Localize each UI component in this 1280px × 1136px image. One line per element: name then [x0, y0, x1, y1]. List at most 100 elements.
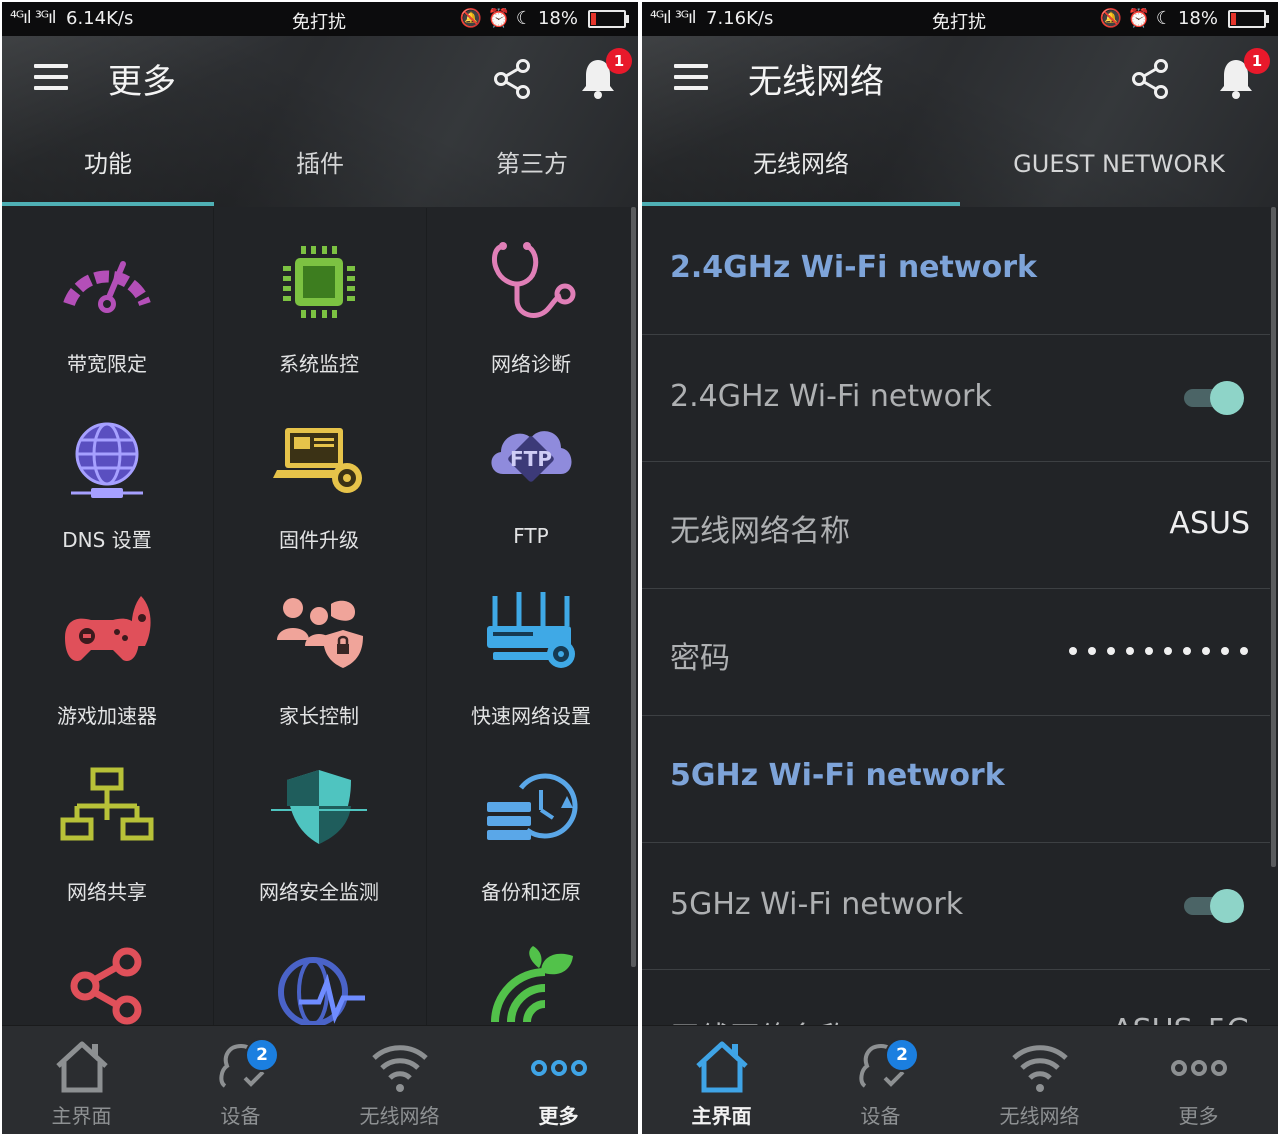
nav-devices[interactable]: 2 设备 — [801, 1026, 960, 1134]
wifi-2g-toggle[interactable] — [1184, 381, 1244, 415]
feature-label: 网络安全监测 — [259, 880, 379, 904]
feature-label: 固件升级 — [279, 528, 359, 552]
nav-home[interactable]: 主界面 — [2, 1026, 161, 1134]
password-row-2g[interactable]: 密码 — [642, 589, 1270, 716]
network-speed: 7.16K/s — [706, 8, 774, 29]
status-bar: ⁴ᴳıl ³ᴳıl 7.16K/s 免打扰 🔕 ⏰ ☾ 18% — [642, 2, 1278, 36]
nav-label: 主界面 — [691, 1104, 752, 1128]
menu-icon[interactable] — [674, 64, 708, 90]
feature-label: DNS 设置 — [62, 528, 152, 552]
tab-features[interactable]: 功能 — [2, 122, 214, 206]
globe-dns-icon — [71, 422, 143, 498]
dnd-status: 免打扰 — [932, 12, 986, 33]
feature-network-analysis[interactable] — [214, 912, 424, 1026]
feature-label: 系统监控 — [279, 352, 359, 376]
nav-more[interactable]: 更多 — [1119, 1026, 1278, 1134]
dnd-status: 免打扰 — [292, 12, 346, 33]
home-icon — [56, 1041, 108, 1093]
tab-plugins[interactable]: 插件 — [214, 122, 426, 206]
nav-wireless[interactable]: 无线网络 — [960, 1026, 1119, 1134]
bottom-navigation: 主界面 2 设备 无线网络 更多 — [2, 1025, 638, 1134]
nav-more[interactable]: 更多 — [479, 1026, 638, 1134]
setting-label: 2.4GHz Wi-Fi network — [670, 379, 992, 414]
ssid-row-2g[interactable]: 无线网络名称 ASUS — [642, 462, 1270, 589]
feature-eco[interactable] — [426, 912, 636, 1026]
signal-icon: ⁴ᴳıl ³ᴳıl — [10, 8, 57, 28]
feature-quick-internet-setup[interactable]: 快速网络设置 — [426, 560, 636, 736]
toggle-row-5g[interactable]: 5GHz Wi-Fi network — [642, 843, 1270, 970]
ftp-cloud-icon: FTP — [491, 431, 572, 482]
feature-game-boost[interactable]: 游戏加速器 — [2, 560, 212, 736]
devices-count-badge: 2 — [245, 1038, 279, 1072]
feature-backup-restore[interactable]: 备份和还原 — [426, 736, 636, 912]
share-icon[interactable] — [492, 58, 532, 100]
more-icon — [1171, 1060, 1227, 1076]
network-speed: 6.14K/s — [66, 8, 134, 29]
feature-label: 网络诊断 — [491, 352, 571, 376]
notification-button[interactable]: 1 — [1218, 48, 1270, 100]
page-title: 更多 — [108, 62, 176, 102]
feature-bandwidth-limit[interactable]: 带宽限定 — [2, 208, 212, 384]
scrollbar[interactable] — [1271, 207, 1276, 867]
status-bar: ⁴ᴳıl ³ᴳıl 6.14K/s 免打扰 🔕 ⏰ ☾ 18% — [2, 2, 638, 36]
ssid-value: ASUS — [1169, 506, 1250, 541]
wifi-icon — [1012, 1045, 1068, 1092]
nav-home[interactable]: 主界面 — [642, 1026, 801, 1134]
section-header-2g: 2.4GHz Wi-Fi network — [642, 208, 1270, 335]
svg-text:FTP: FTP — [510, 447, 552, 471]
nav-label: 更多 — [1178, 1104, 1219, 1128]
eco-wifi-leaf-icon — [491, 946, 573, 1023]
router-gear-icon — [487, 592, 575, 668]
feature-dns-settings[interactable]: DNS 设置 — [2, 384, 212, 560]
ssid-row-5g[interactable]: 无线网络名称 ASUS_5G — [642, 1007, 1270, 1027]
page-title: 无线网络 — [748, 62, 884, 102]
notification-badge: 1 — [606, 48, 632, 74]
nav-wireless[interactable]: 无线网络 — [320, 1026, 479, 1134]
app-bar: 更多 1 — [2, 36, 638, 122]
wifi-icon — [372, 1045, 428, 1092]
setting-label: 无线网络名称 — [670, 514, 850, 549]
nav-label: 无线网络 — [359, 1104, 440, 1128]
feature-parental-control[interactable]: 家长控制 — [214, 560, 424, 736]
status-icons: 🔕 ⏰ ☾ — [459, 8, 532, 29]
bottom-navigation: 主界面 2 设备 无线网络 更多 — [642, 1025, 1278, 1134]
feature-security-scan[interactable]: 网络安全监测 — [214, 736, 424, 912]
nav-label: 更多 — [538, 1104, 579, 1128]
notification-button[interactable]: 1 — [580, 48, 632, 100]
feature-system-monitor[interactable]: 系统监控 — [214, 208, 424, 384]
tab-third-party[interactable]: 第三方 — [426, 122, 638, 206]
network-tree-icon — [60, 767, 154, 841]
status-icons: 🔕 ⏰ ☾ — [1099, 8, 1172, 29]
feature-ftp[interactable]: FTP FTP — [426, 384, 636, 560]
menu-icon[interactable] — [34, 64, 68, 90]
security-shield-icon — [271, 770, 367, 844]
backup-clock-icon — [487, 773, 578, 840]
family-shield-icon — [277, 598, 363, 668]
section-title: 2.4GHz Wi-Fi network — [670, 250, 1037, 285]
more-icon — [531, 1060, 587, 1076]
feature-label: 家长控制 — [279, 704, 359, 728]
share-icon[interactable] — [1130, 58, 1170, 100]
tab-wireless[interactable]: 无线网络 — [642, 122, 960, 206]
feature-label: 游戏加速器 — [57, 704, 157, 728]
feature-firmware-upgrade[interactable]: 固件升级 — [214, 384, 424, 560]
toggle-row-2g[interactable]: 2.4GHz Wi-Fi network — [642, 335, 1270, 462]
nav-label: 主界面 — [51, 1104, 112, 1128]
password-masked-value — [1069, 647, 1248, 655]
section-title: 5GHz Wi-Fi network — [670, 758, 1005, 793]
battery-percent: 18% — [1177, 8, 1218, 29]
battery-percent: 18% — [537, 8, 578, 29]
feature-share[interactable] — [2, 912, 212, 1026]
feature-network-diagnosis[interactable]: 网络诊断 — [426, 208, 636, 384]
wifi-5g-toggle[interactable] — [1184, 889, 1244, 923]
notification-badge: 1 — [1244, 48, 1270, 74]
scrollbar[interactable] — [631, 207, 636, 967]
globe-pulse-icon — [278, 957, 365, 1026]
feature-label: 备份和还原 — [481, 880, 581, 904]
feature-network-sharing[interactable]: 网络共享 — [2, 736, 212, 912]
gamepad-rocket-icon — [65, 596, 151, 662]
more-screen: ⁴ᴳıl ³ᴳıl 6.14K/s 免打扰 🔕 ⏰ ☾ 18% 更多 1 功能 — [2, 2, 638, 1134]
tab-guest-network[interactable]: GUEST NETWORK — [960, 122, 1278, 206]
nav-devices[interactable]: 2 设备 — [161, 1026, 320, 1134]
app-bar: 无线网络 1 — [642, 36, 1278, 122]
